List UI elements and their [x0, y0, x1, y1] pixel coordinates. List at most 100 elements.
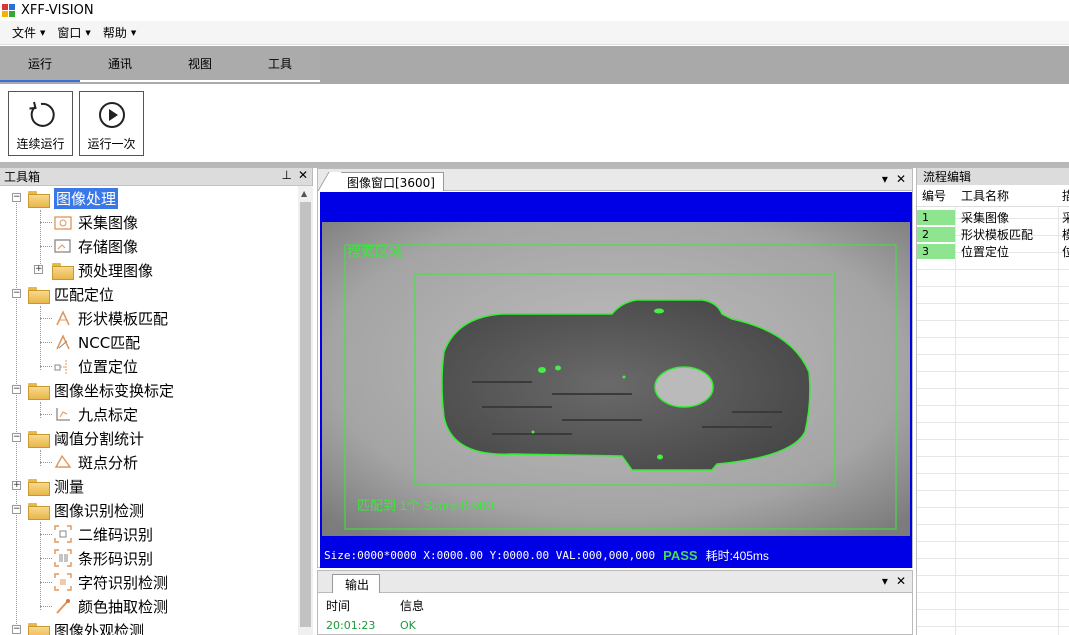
tree-item-color-extract[interactable]: 颜色抽取检测: [54, 594, 168, 618]
run-once-label: 运行一次: [87, 137, 136, 151]
scroll-up-icon[interactable]: ▲: [301, 189, 307, 198]
tree-item-qrcode[interactable]: 二维码识别: [54, 522, 153, 546]
tree-item-blob[interactable]: 斑点分析: [54, 450, 138, 474]
collapse-icon[interactable]: −: [12, 289, 21, 298]
tree-label: 预处理图像: [78, 261, 154, 280]
name-header[interactable]: 工具名称: [955, 187, 1058, 204]
collapse-icon[interactable]: −: [12, 385, 21, 394]
tree-label: 采集图像: [78, 213, 139, 232]
menu-window[interactable]: 窗口 ▼: [51, 24, 96, 41]
tree-label: 条形码识别: [78, 549, 154, 568]
tree-folder-appearance[interactable]: − 图像外观检测: [12, 618, 144, 635]
toolbox-scrollbar[interactable]: ▲: [298, 186, 313, 635]
calibration-icon: [56, 408, 70, 421]
expand-icon[interactable]: +: [34, 265, 43, 274]
refresh-icon: [28, 101, 55, 127]
ncc-match-icon: [56, 334, 70, 350]
flow-row[interactable]: 1 采集图像 采: [917, 209, 1069, 225]
tree-folder-preprocess[interactable]: + 预处理图像: [34, 258, 153, 282]
tree-label: 图像处理: [54, 187, 119, 209]
flow-table: 编号 工具名称 描 1 采集图像 采 2 形状模板匹配 模 3 位置定位 位: [917, 185, 1069, 635]
tree-item-shape-match[interactable]: 形状模板匹配: [54, 306, 168, 330]
dropdown-icon[interactable]: ▾: [882, 574, 888, 588]
output-tab[interactable]: 输出: [332, 574, 381, 593]
toolbox-header: 工具箱 ⊥ ✕: [0, 168, 312, 186]
flow-editor-panel: 流程编辑 编号 工具名称 描 1 采集图像 采 2 形状模板匹配 模 3 位置定…: [916, 168, 1069, 635]
log-time: 20:01:23: [326, 618, 376, 632]
save-image-icon: [54, 239, 71, 253]
toolbox-tree: − 图像处理 采集图像 存储图像 + 预处理图像 − 匹配定位 形状模板匹配 N…: [0, 186, 298, 635]
menu-help[interactable]: 帮助 ▼: [97, 24, 142, 41]
tab-view[interactable]: 视图: [160, 46, 240, 80]
tree-label: 存储图像: [78, 237, 139, 256]
camera-image[interactable]: 搜索区域 匹配到 1个 Score:0.980: [322, 222, 910, 536]
collapse-icon[interactable]: −: [12, 625, 21, 634]
tree-label: 阈值分割统计: [54, 429, 145, 448]
flow-extra: 位: [1062, 244, 1069, 259]
tree-label: 斑点分析: [78, 453, 139, 472]
tree-label: 测量: [54, 477, 85, 496]
collapse-icon[interactable]: −: [12, 505, 21, 514]
collapse-icon[interactable]: −: [12, 433, 21, 442]
pin-icon[interactable]: ⊥: [281, 168, 291, 182]
collapse-icon[interactable]: −: [12, 193, 21, 202]
ribbon-body: 连续运行 运行一次: [0, 84, 1069, 162]
app-logo-icon: [2, 3, 16, 18]
toolbox-title: 工具箱: [4, 170, 41, 184]
scrollbar-thumb[interactable]: [300, 202, 311, 627]
folder-open-icon: [28, 622, 50, 635]
close-icon[interactable]: ✕: [896, 172, 906, 186]
tree-folder-measure[interactable]: + 测量: [12, 474, 84, 498]
flow-row[interactable]: 2 形状模板匹配 模: [917, 226, 1069, 242]
tree-label: 形状模板匹配: [78, 309, 169, 328]
dropdown-arrow-icon: ▼: [40, 28, 46, 37]
close-icon[interactable]: ✕: [298, 168, 308, 182]
output-log: 时间 信息 20:01:23 OK: [320, 595, 910, 635]
tree-label: 图像外观检测: [54, 621, 145, 635]
tab-run[interactable]: 运行: [0, 46, 80, 82]
flow-editor-title: 流程编辑: [917, 168, 1069, 185]
tree-folder-calibration[interactable]: − 图像坐标变换标定: [12, 378, 174, 402]
app-title: XFF-VISION: [21, 3, 94, 18]
tree-folder-matching[interactable]: − 匹配定位: [12, 282, 114, 306]
tree-item-capture-image[interactable]: 采集图像: [54, 210, 138, 234]
menu-file-label: 文件: [12, 26, 37, 40]
tree-item-barcode[interactable]: 条形码识别: [54, 546, 153, 570]
num-header[interactable]: 编号: [917, 187, 955, 204]
tree-label: 二维码识别: [78, 525, 154, 544]
tree-folder-image-processing[interactable]: − 图像处理: [12, 186, 119, 210]
output-tabbar: 输出 ▾ ✕: [318, 571, 912, 593]
flow-num: 2: [917, 226, 955, 242]
close-icon[interactable]: ✕: [896, 574, 906, 588]
expand-icon[interactable]: +: [12, 481, 21, 490]
tree-item-position[interactable]: 位置定位: [54, 354, 138, 378]
tree-item-ncc-match[interactable]: NCC匹配: [54, 330, 140, 354]
continuous-run-button[interactable]: 连续运行: [8, 91, 73, 156]
tree-label: 颜色抽取检测: [78, 597, 169, 616]
tab-tools[interactable]: 工具: [240, 46, 320, 80]
run-once-button[interactable]: 运行一次: [79, 91, 144, 156]
barcode-icon: [54, 549, 72, 567]
tab-communication[interactable]: 通讯: [80, 46, 160, 80]
pixel-info: Size:0000*0000 X:0000.00 Y:0000.00 VAL:0…: [324, 548, 656, 562]
image-window-tab[interactable]: 图像窗口[3600]: [328, 172, 444, 191]
tree-item-nine-point[interactable]: 九点标定: [54, 402, 138, 426]
tree-label: NCC匹配: [78, 333, 141, 352]
flow-row[interactable]: 3 位置定位 位: [917, 243, 1069, 259]
flow-name: 位置定位: [961, 244, 1010, 259]
menu-file[interactable]: 文件 ▼: [6, 24, 51, 41]
flow-num: 3: [917, 243, 955, 259]
title-bar: XFF-VISION: [0, 0, 1069, 21]
blob-icon: [54, 454, 72, 468]
menu-window-label: 窗口: [57, 26, 82, 40]
dropdown-icon[interactable]: ▾: [882, 172, 888, 186]
image-window: 图像窗口[3600] ▾ ✕ 搜索区域 匹配到 1个 Score:0.980 S…: [317, 168, 913, 568]
folder-open-icon: [28, 382, 50, 400]
tree-folder-threshold[interactable]: − 阈值分割统计: [12, 426, 144, 450]
tree-item-save-image[interactable]: 存储图像: [54, 234, 138, 258]
extra-header[interactable]: 描: [1058, 187, 1069, 204]
position-icon: [54, 360, 67, 374]
log-row[interactable]: 20:01:23 OK: [320, 615, 910, 635]
tree-folder-recognition[interactable]: − 图像识别检测: [12, 498, 144, 522]
tree-item-ocr[interactable]: 字符识别检测: [54, 570, 168, 594]
